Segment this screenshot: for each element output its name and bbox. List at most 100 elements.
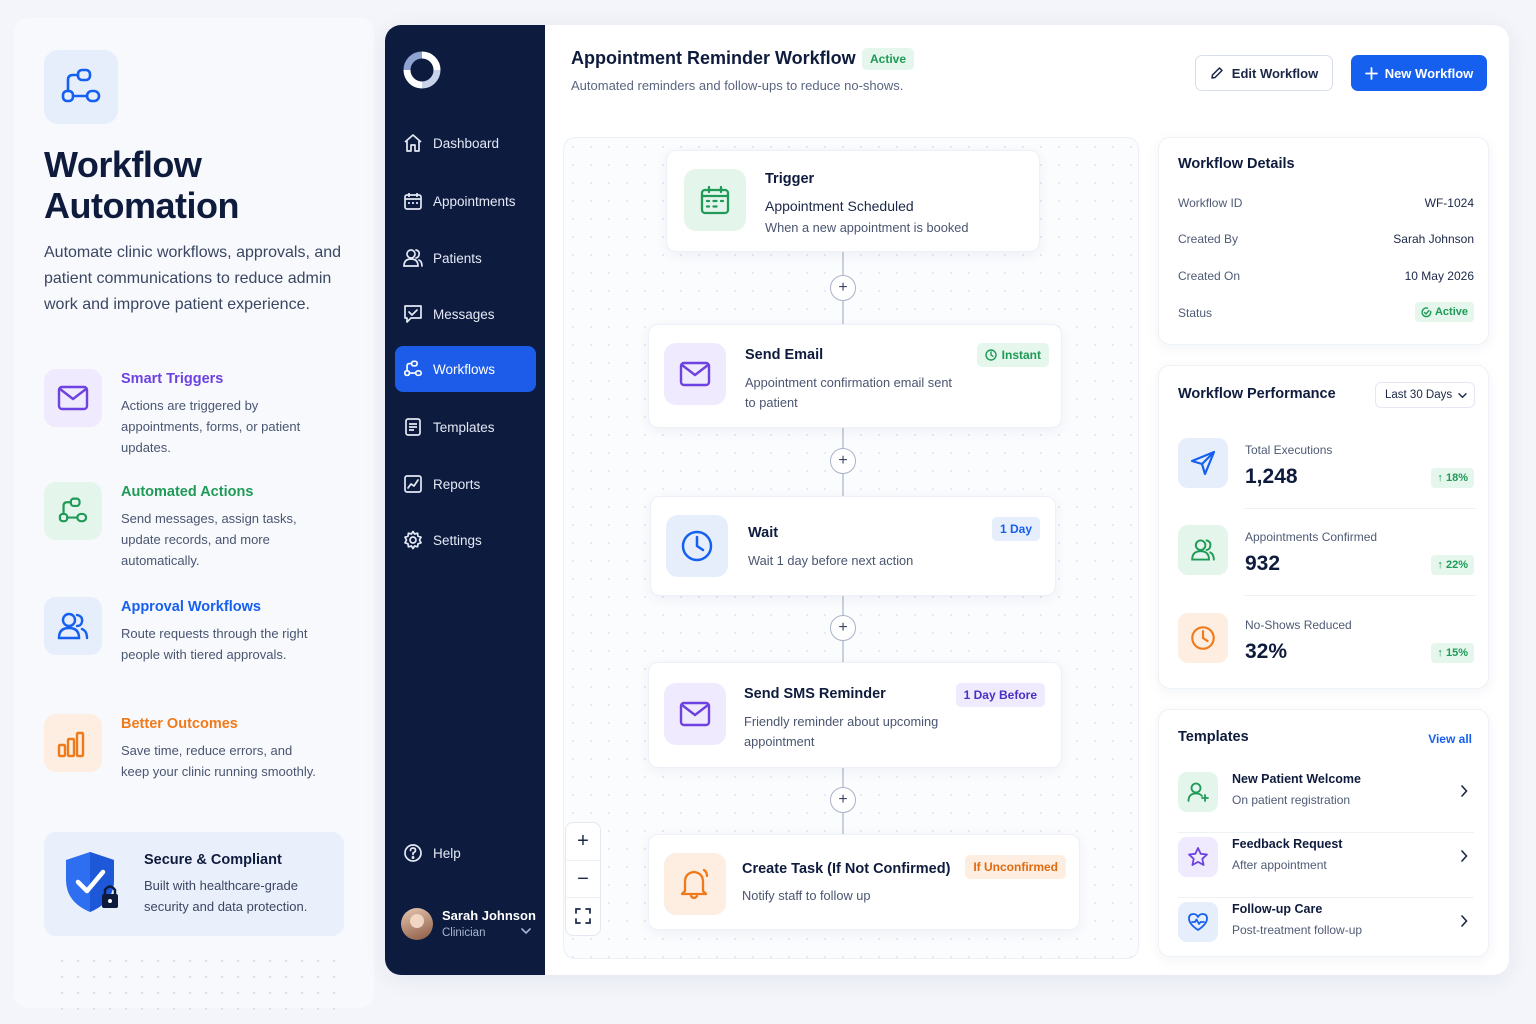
detail-label: Created On	[1178, 269, 1241, 283]
step-tag-label: Instant	[1001, 348, 1041, 362]
step-timing-tag: 1 Day Before	[955, 683, 1045, 707]
template-item-new-patient-welcome[interactable]: New Patient Welcome On patient registrat…	[1178, 768, 1474, 828]
step-title: Send Email	[745, 347, 824, 363]
sidebar-item-templates[interactable]: Templates	[395, 404, 536, 450]
users-icon	[1191, 539, 1215, 561]
new-workflow-button[interactable]: New Workflow	[1351, 55, 1487, 91]
fit-to-screen-button[interactable]	[566, 897, 600, 934]
sidebar-item-patients[interactable]: Patients	[395, 235, 536, 281]
sidebar-item-appointments[interactable]: Appointments	[395, 178, 536, 224]
detail-label: Workflow ID	[1178, 196, 1243, 210]
mail-icon	[679, 701, 711, 727]
document-icon	[403, 417, 423, 437]
sidebar: Dashboard Appointments Patients Messages…	[385, 25, 545, 975]
detail-row: Created By Sarah Johnson	[1178, 232, 1474, 252]
view-all-link[interactable]: View all	[1428, 732, 1472, 746]
sidebar-item-label: Dashboard	[433, 135, 500, 151]
sidebar-item-label: Messages	[433, 306, 495, 322]
step-icon-tile	[664, 683, 726, 745]
date-range-select[interactable]: Last 30 Days	[1375, 382, 1475, 408]
feature-title: Better Outcomes	[121, 716, 238, 732]
templates-card: Templates View all New Patient Welcome O…	[1158, 709, 1489, 957]
step-subtitle: Appointment Scheduled	[765, 198, 914, 214]
sidebar-item-dashboard[interactable]: Dashboard	[395, 120, 536, 166]
chevron-down-icon	[1458, 392, 1467, 398]
template-subtitle: After appointment	[1232, 858, 1327, 872]
message-icon	[403, 304, 423, 324]
template-subtitle: On patient registration	[1232, 793, 1351, 807]
bar-chart-icon	[57, 731, 85, 758]
calendar-icon	[700, 185, 730, 215]
step-tag-label: 1 Day Before	[963, 688, 1037, 702]
template-item-follow-up-care[interactable]: Follow-up Care Post-treatment follow-up	[1178, 898, 1474, 958]
promo-lead: Automate clinic workflows, approvals, an…	[44, 244, 342, 313]
promo-title: Workflow Automation	[44, 144, 239, 226]
home-icon	[403, 133, 423, 153]
zoom-in-button[interactable]: +	[566, 823, 600, 860]
page-subtitle: Automated reminders and follow-ups to re…	[571, 78, 904, 93]
metric-label: Total Executions	[1245, 443, 1333, 457]
card-title: Workflow Performance	[1178, 386, 1336, 402]
sidebar-item-settings[interactable]: Settings	[395, 517, 536, 563]
chart-icon	[403, 474, 423, 494]
sidebar-item-label: Reports	[433, 476, 481, 492]
detail-value: Sarah Johnson	[1393, 232, 1474, 246]
step-title: Send SMS Reminder	[744, 686, 886, 702]
star-icon	[1188, 847, 1208, 866]
metric-delta: ↑ 22%	[1431, 555, 1474, 575]
add-step-button[interactable]: +	[830, 787, 856, 813]
template-title: Follow-up Care	[1232, 902, 1323, 916]
step-title: Trigger	[765, 171, 815, 187]
workflow-icon	[61, 68, 101, 103]
metric-icon-tile	[1178, 438, 1228, 488]
sidebar-item-messages[interactable]: Messages	[395, 291, 536, 337]
metric-icon-tile	[1178, 525, 1228, 575]
sidebar-item-label: Patients	[433, 250, 482, 266]
sidebar-item-workflows[interactable]: Workflows	[395, 346, 536, 392]
detail-row: Status Active	[1178, 302, 1474, 326]
clock-icon	[681, 530, 713, 562]
edit-workflow-button[interactable]: Edit Workflow	[1195, 55, 1333, 91]
chevron-right-icon	[1461, 850, 1468, 862]
template-icon-tile	[1178, 772, 1218, 812]
chevron-right-icon	[1461, 915, 1468, 927]
users-icon	[403, 248, 423, 268]
step-title: Create Task (If Not Confirmed)	[742, 861, 951, 877]
metric-value: 1,248	[1245, 465, 1298, 488]
workflow-logo-tile	[44, 50, 118, 124]
shield-check-icon	[66, 852, 118, 912]
chevron-down-icon	[521, 928, 531, 935]
sidebar-item-label: Help	[433, 845, 461, 861]
add-step-button[interactable]: +	[830, 275, 856, 301]
sidebar-item-label: Templates	[433, 419, 495, 435]
add-step-button[interactable]: +	[830, 615, 856, 641]
mail-icon	[679, 361, 711, 387]
sidebar-item-help[interactable]: Help	[395, 830, 536, 876]
add-step-button[interactable]: +	[830, 448, 856, 474]
calendar-icon	[403, 191, 423, 211]
workflow-performance-card: Workflow Performance Last 30 Days Total …	[1158, 365, 1489, 689]
step-title: Wait	[748, 525, 779, 541]
brand-logo[interactable]	[403, 51, 441, 94]
metric-label: No-Shows Reduced	[1245, 618, 1352, 632]
logo-ring-icon	[403, 51, 441, 89]
secure-title: Secure & Compliant	[144, 852, 282, 868]
trigger-step-card[interactable]: Trigger Appointment Scheduled When a new…	[666, 150, 1040, 252]
user-profile[interactable]: Sarah Johnson Clinician	[401, 905, 536, 945]
status-badge: Active	[862, 48, 915, 70]
wait-step-card[interactable]: Wait Wait 1 day before next action 1 Day	[650, 496, 1056, 596]
divider	[1245, 508, 1475, 509]
send-email-step-card[interactable]: Send Email Appointment confirmation emai…	[648, 324, 1062, 428]
divider	[1245, 595, 1475, 596]
zoom-out-button[interactable]: −	[566, 860, 600, 897]
send-sms-step-card[interactable]: Send SMS Reminder Friendly reminder abou…	[648, 662, 1062, 768]
sidebar-item-reports[interactable]: Reports	[395, 461, 536, 507]
page-title: Appointment Reminder Workflow	[571, 48, 856, 68]
user-icon	[1187, 782, 1209, 802]
workflow-canvas[interactable]: + + + + Trigger Appointment Scheduled Wh…	[563, 137, 1139, 959]
template-item-feedback-request[interactable]: Feedback Request After appointment	[1178, 833, 1474, 893]
metric-value: 32%	[1245, 640, 1288, 663]
sidebar-item-label: Workflows	[433, 361, 496, 377]
check-circle-icon	[1421, 306, 1432, 317]
create-task-step-card[interactable]: Create Task (If Not Confirmed) Notify st…	[648, 834, 1080, 930]
